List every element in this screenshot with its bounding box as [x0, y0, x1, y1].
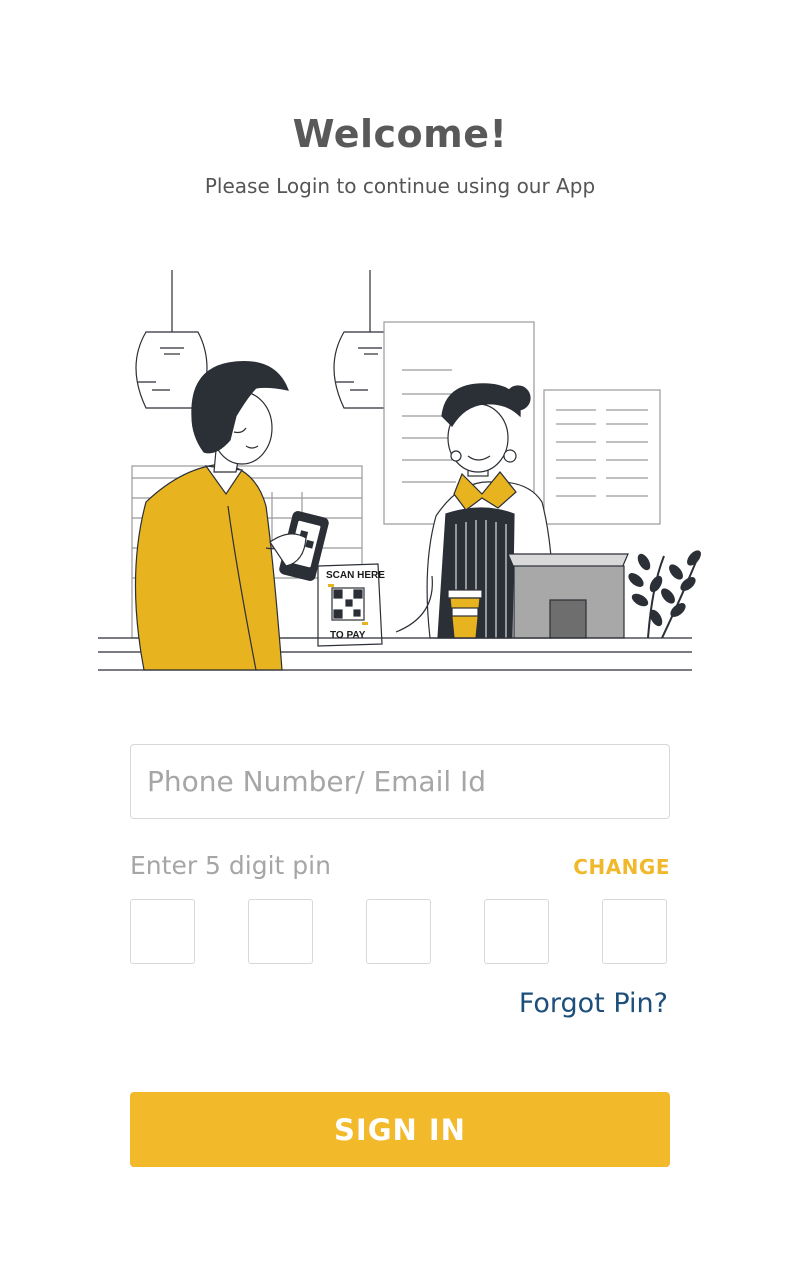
sign-top-text: SCAN HERE: [326, 570, 385, 581]
welcome-title: Welcome!: [292, 112, 508, 156]
coffee-cup: [447, 589, 483, 639]
pin-digit-3[interactable]: [366, 899, 431, 964]
cash-register: [507, 553, 629, 639]
welcome-subtitle: Please Login to continue using our App: [204, 174, 596, 198]
phone-email-input[interactable]: [130, 744, 670, 819]
sign-in-button[interactable]: SIGN IN: [130, 1092, 670, 1167]
scan-here-qr-sign: SCAN HERE TO PAY: [317, 563, 385, 647]
change-pin-link[interactable]: CHANGE: [573, 855, 670, 879]
pin-digit-4[interactable]: [484, 899, 549, 964]
pin-digit-1[interactable]: [130, 899, 195, 964]
pin-digit-5[interactable]: [602, 899, 667, 964]
cashier-qr-payment-illustration: SCAN HERE TO PAY: [98, 270, 701, 671]
forgot-pin-link[interactable]: Forgot Pin?: [519, 988, 668, 1019]
menu-board-right: [543, 389, 661, 525]
pin-label: Enter 5 digit pin: [130, 851, 331, 880]
pin-digit-2[interactable]: [248, 899, 313, 964]
plant: [628, 550, 701, 639]
sign-bottom-text: TO PAY: [330, 630, 366, 641]
